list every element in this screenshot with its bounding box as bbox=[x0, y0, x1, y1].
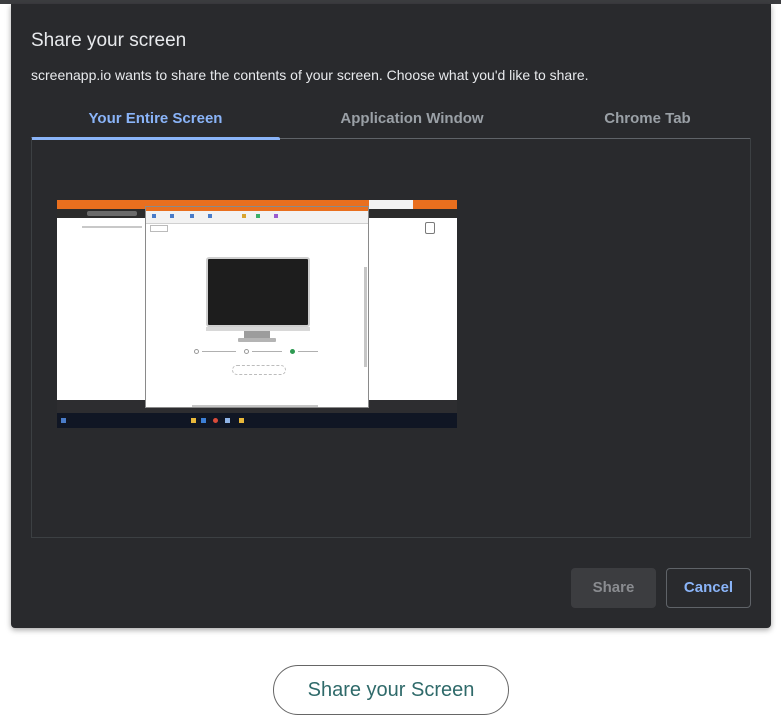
thumbnail-tool-icon bbox=[256, 214, 260, 218]
dialog-title: Share your screen bbox=[31, 30, 187, 51]
share-screen-dialog: Share your screen screenapp.io wants to … bbox=[11, 4, 771, 628]
cancel-button[interactable]: Cancel bbox=[666, 568, 751, 608]
tab-label: Your Entire Screen bbox=[88, 110, 223, 127]
share-button[interactable]: Share bbox=[571, 568, 656, 608]
source-panel bbox=[31, 138, 751, 538]
thumbnail-tool-icon bbox=[208, 214, 212, 218]
thumbnail-app-icon bbox=[239, 418, 244, 423]
tab-entire-screen[interactable]: Your Entire Screen bbox=[31, 102, 280, 140]
screen-thumbnail[interactable] bbox=[57, 200, 457, 428]
thumbnail-option-text bbox=[252, 351, 282, 352]
thumbnail-tool-icon bbox=[170, 214, 174, 218]
thumbnail-text-line bbox=[82, 226, 142, 228]
thumbnail-tab bbox=[369, 200, 413, 209]
thumbnail-logo-icon bbox=[425, 222, 435, 234]
thumbnail-url-box bbox=[87, 211, 137, 216]
thumbnail-window-tab bbox=[150, 225, 168, 232]
monitor-icon bbox=[206, 257, 310, 327]
thumbnail-option-text bbox=[298, 351, 318, 352]
tab-label: Chrome Tab bbox=[604, 110, 691, 127]
thumbnail-option-text bbox=[202, 351, 236, 352]
source-tabs: Your Entire Screen Application Window Ch… bbox=[31, 102, 751, 140]
thumbnail-folder-icon bbox=[191, 418, 196, 423]
thumbnail-tool-icon bbox=[190, 214, 194, 218]
thumbnail-chrome-icon bbox=[213, 418, 218, 423]
thumbnail-tool-icon bbox=[242, 214, 246, 218]
thumbnail-hscrollbar bbox=[192, 405, 318, 407]
thumbnail-app-icon bbox=[225, 418, 230, 423]
thumbnail-taskbar bbox=[57, 413, 457, 428]
share-your-screen-button[interactable]: Share your Screen bbox=[273, 665, 509, 715]
thumbnail-app-window bbox=[145, 206, 369, 408]
tab-application-window[interactable]: Application Window bbox=[280, 102, 544, 138]
thumbnail-tool-icon bbox=[152, 214, 156, 218]
thumbnail-tool-icon bbox=[274, 214, 278, 218]
thumbnail-radio-icon bbox=[290, 349, 295, 354]
dialog-description: screenapp.io wants to share the contents… bbox=[31, 67, 589, 83]
tab-chrome-tab[interactable]: Chrome Tab bbox=[544, 102, 751, 138]
tab-label: Application Window bbox=[340, 110, 484, 127]
thumbnail-radio-icon bbox=[244, 349, 249, 354]
thumbnail-scrollbar bbox=[364, 267, 367, 367]
thumbnail-button bbox=[232, 365, 286, 375]
monitor-base bbox=[238, 338, 276, 342]
thumbnail-radio-icon bbox=[194, 349, 199, 354]
thumbnail-start-icon bbox=[61, 418, 66, 423]
thumbnail-mail-icon bbox=[201, 418, 206, 423]
